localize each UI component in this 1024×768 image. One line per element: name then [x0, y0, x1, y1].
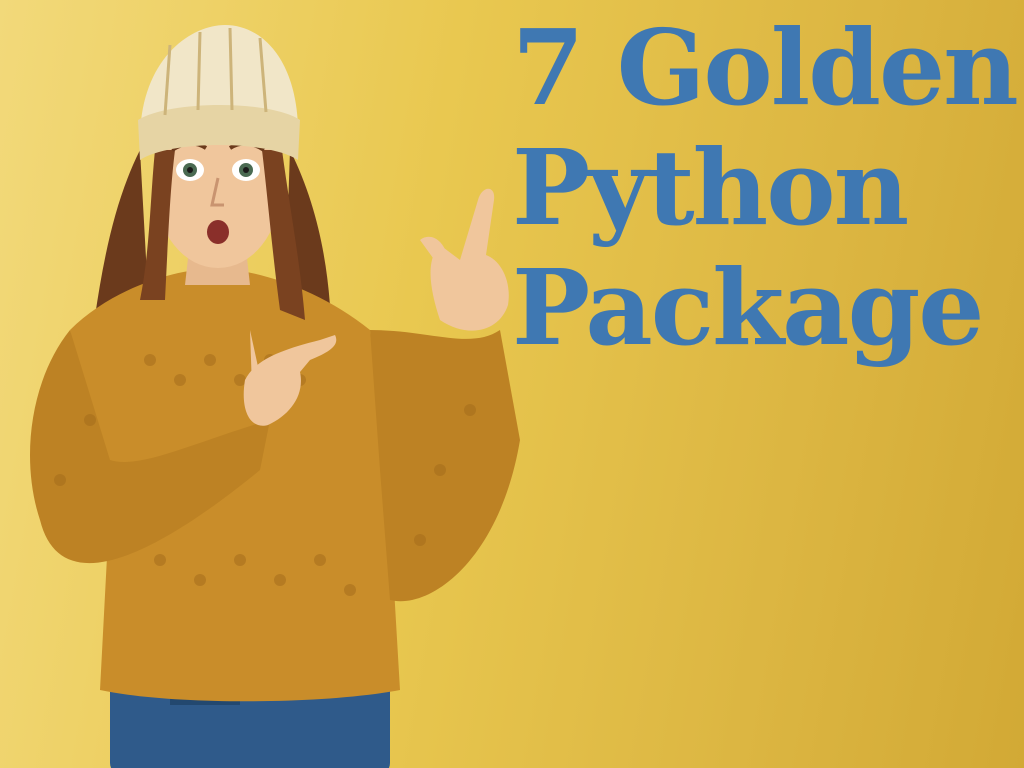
- woman-pointing-photo: [30, 25, 520, 768]
- headline-line-2: Python: [512, 126, 909, 249]
- headline-line-3: Package: [512, 246, 984, 369]
- headline: 7 Golden Python Package: [512, 6, 1019, 369]
- headline-line-1: 7 Golden: [512, 6, 1019, 129]
- right-hand: [430, 188, 509, 331]
